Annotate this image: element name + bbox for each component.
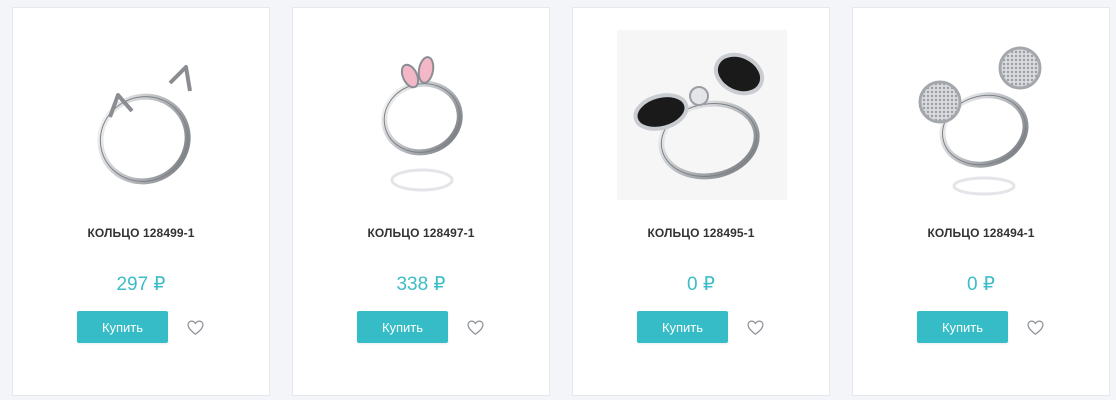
product-price: 297 ₽ (116, 274, 166, 295)
heart-outline-icon[interactable] (465, 317, 485, 337)
product-card: КОЛЬЦО 128495-1 0 ₽ Купить (572, 7, 830, 396)
buy-button[interactable]: Купить (917, 311, 1008, 343)
product-image-bow-ring[interactable] (617, 30, 787, 200)
product-image-bunny-ear-ring[interactable] (337, 30, 507, 200)
product-price: 338 ₽ (396, 274, 446, 295)
heart-outline-icon[interactable] (745, 317, 765, 337)
product-image-mouse-ear-ring[interactable] (897, 30, 1067, 200)
product-title[interactable]: КОЛЬЦО 128494-1 (853, 226, 1109, 240)
buy-button[interactable]: Купить (77, 311, 168, 343)
product-actions: Купить (573, 311, 829, 343)
product-card: КОЛЬЦО 128499-1 297 ₽ Купить (12, 7, 270, 396)
product-actions: Купить (13, 311, 269, 343)
product-title[interactable]: КОЛЬЦО 128495-1 (573, 226, 829, 240)
product-image-cat-ear-ring[interactable] (57, 30, 227, 200)
heart-outline-icon[interactable] (185, 317, 205, 337)
product-price: 0 ₽ (687, 274, 715, 295)
product-title[interactable]: КОЛЬЦО 128497-1 (293, 226, 549, 240)
buy-button[interactable]: Купить (357, 311, 448, 343)
product-actions: Купить (293, 311, 549, 343)
product-card: КОЛЬЦО 128497-1 338 ₽ Купить (292, 7, 550, 396)
product-card: КОЛЬЦО 128494-1 0 ₽ Купить (852, 7, 1110, 396)
product-actions: Купить (853, 311, 1109, 343)
product-title[interactable]: КОЛЬЦО 128499-1 (13, 226, 269, 240)
heart-outline-icon[interactable] (1025, 317, 1045, 337)
product-price: 0 ₽ (967, 274, 995, 295)
buy-button[interactable]: Купить (637, 311, 728, 343)
product-grid: КОЛЬЦО 128499-1 297 ₽ Купить КОЛЬЦО 1284… (0, 0, 1116, 400)
